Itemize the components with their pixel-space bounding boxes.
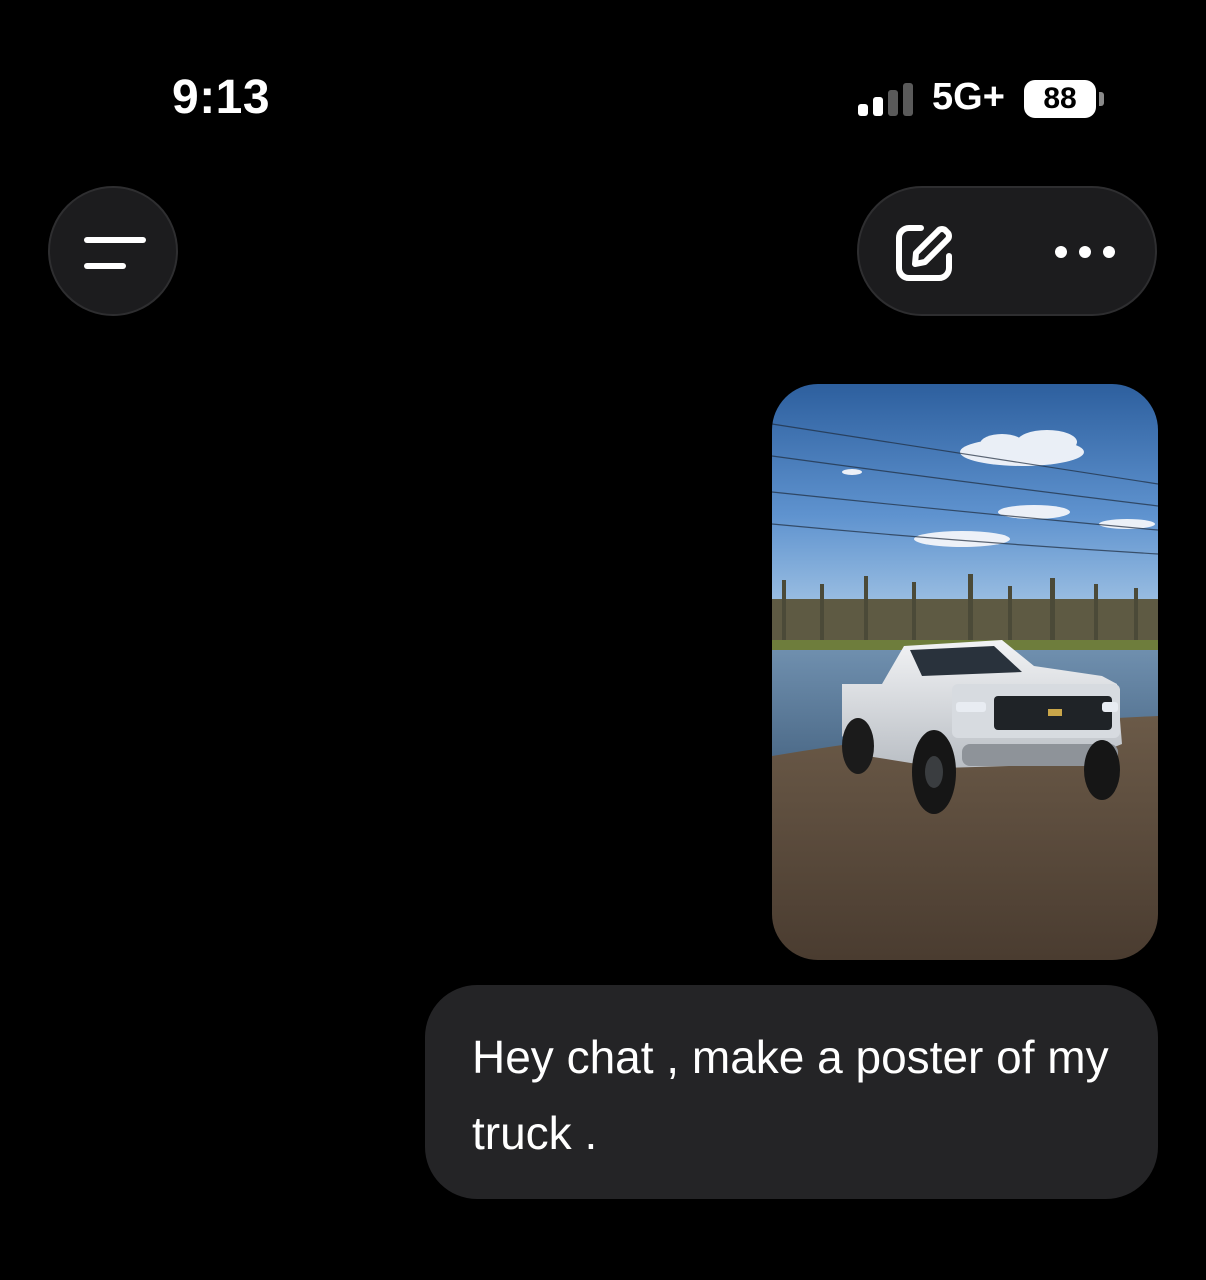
menu-icon — [84, 237, 146, 269]
battery-icon: 88 — [1024, 80, 1096, 118]
edit-icon — [896, 225, 952, 281]
menu-button[interactable] — [48, 186, 178, 316]
user-message-bubble[interactable]: Hey chat , make a poster of my truck . — [425, 985, 1158, 1199]
status-time: 9:13 — [172, 71, 271, 124]
truck-photo[interactable] — [772, 384, 1158, 960]
network-type: 5G+ — [932, 76, 1005, 118]
new-chat-button[interactable] — [877, 206, 969, 298]
battery-level: 88 — [1043, 82, 1077, 115]
header-actions — [857, 186, 1157, 316]
more-options-button[interactable] — [1039, 206, 1131, 298]
status-bar: 9:13 5G+ 88 — [0, 0, 1206, 190]
battery-tip — [1099, 92, 1104, 106]
user-message-text: Hey chat , make a poster of my truck . — [472, 1031, 1109, 1159]
more-icon — [1055, 246, 1115, 258]
cellular-signal-icon — [858, 82, 918, 116]
